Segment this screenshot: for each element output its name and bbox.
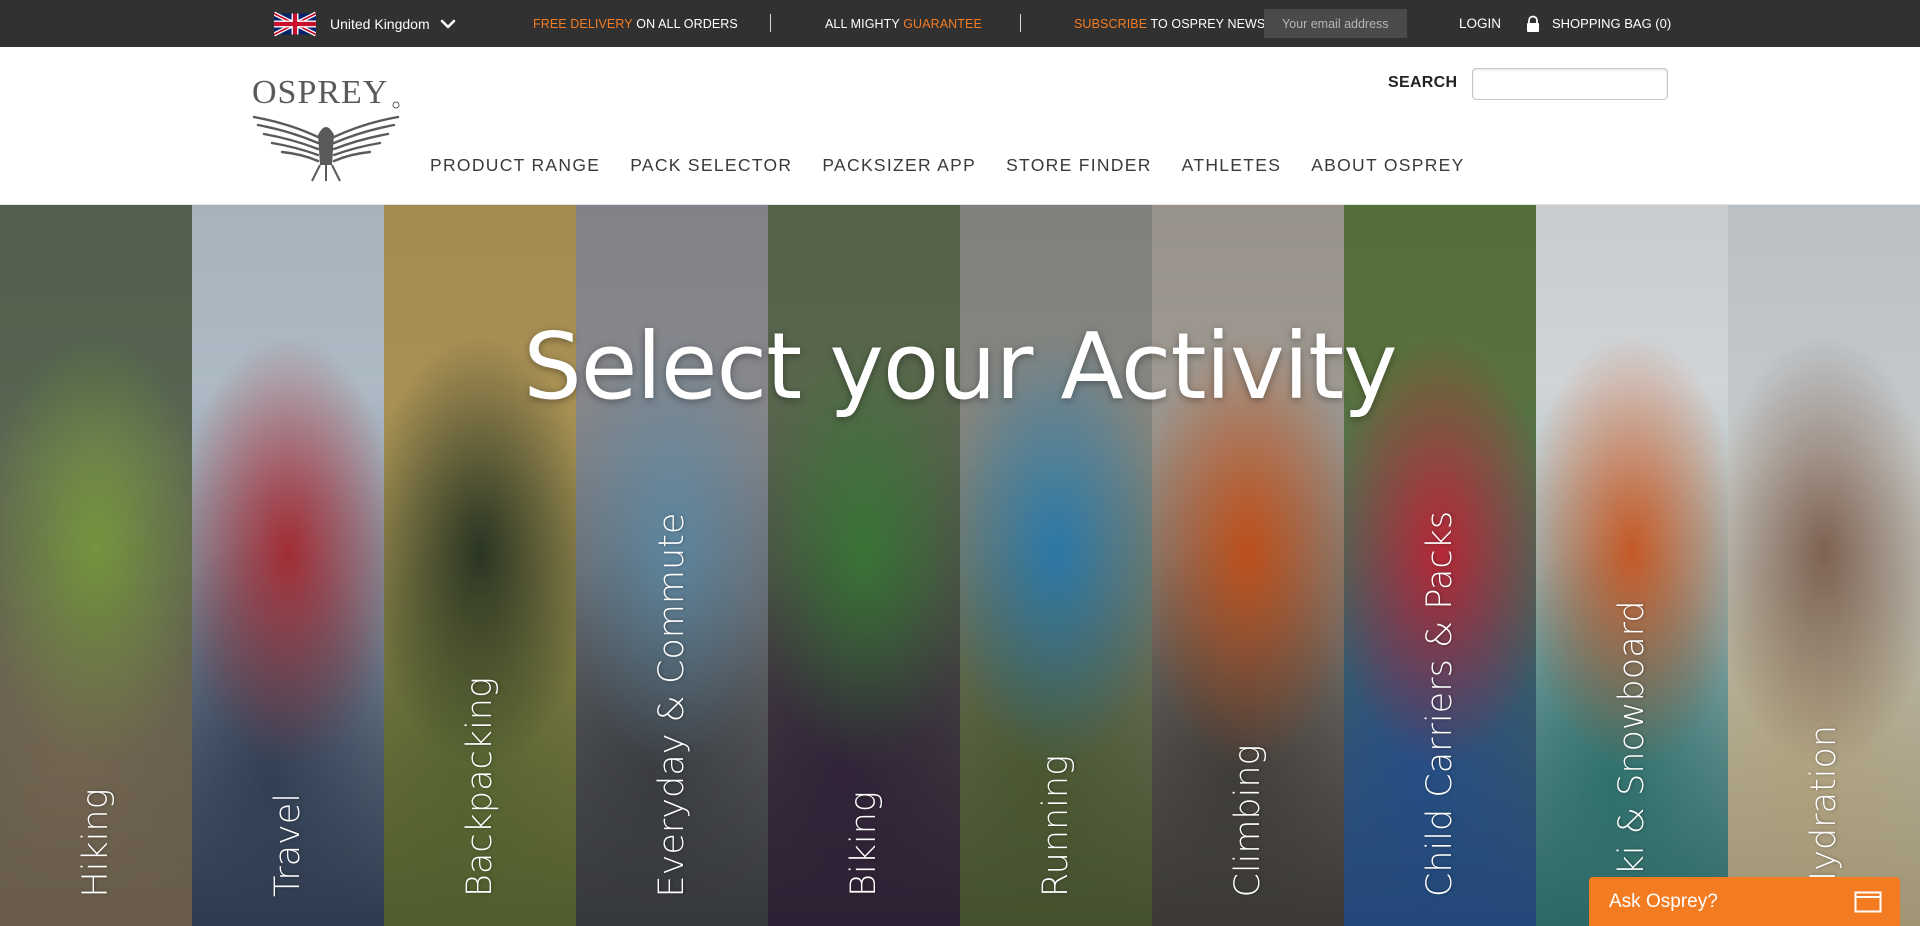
lock-icon bbox=[1527, 15, 1539, 32]
activity-selector-hero: Hiking Travel Backpacking Everyday & Commut… bbox=[0, 204, 1920, 926]
subscribe-promo: SUBSCRIBE TO OSPREY NEWS bbox=[1074, 0, 1265, 47]
activity-label: Biking bbox=[844, 791, 884, 897]
guarantee-promo[interactable]: ALL MIGHTY GUARANTEE bbox=[825, 0, 982, 47]
activity-strip[interactable]: Hydration bbox=[1728, 205, 1920, 926]
search-input[interactable] bbox=[1472, 68, 1668, 100]
chat-window-icon bbox=[1854, 891, 1882, 913]
nav-athletes[interactable]: ATHLETES bbox=[1182, 155, 1282, 176]
newsletter-email-input[interactable] bbox=[1264, 9, 1407, 38]
country-selector[interactable]: United Kingdom bbox=[274, 0, 456, 47]
login-link[interactable]: LOGIN bbox=[1459, 0, 1501, 47]
top-bar: United Kingdom FREE DELIVERY ON ALL ORDE… bbox=[0, 0, 1920, 47]
activity-strip[interactable]: Climbing bbox=[1152, 205, 1344, 926]
activity-label: Hydration bbox=[1804, 724, 1844, 898]
ask-osprey-chat-button[interactable]: Ask Osprey? bbox=[1589, 877, 1900, 926]
free-delivery-highlight: FREE DELIVERY bbox=[533, 16, 633, 31]
country-label: United Kingdom bbox=[330, 15, 430, 32]
subscribe-highlight: SUBSCRIBE bbox=[1074, 16, 1148, 31]
nav-about-osprey[interactable]: ABOUT OSPREY bbox=[1311, 155, 1464, 176]
activity-label: Child Carriers & Packs bbox=[1420, 510, 1460, 898]
uk-flag-icon bbox=[274, 11, 316, 36]
activity-strip[interactable]: Hiking bbox=[0, 205, 192, 926]
divider bbox=[770, 14, 771, 32]
activity-label: Climbing bbox=[1228, 743, 1268, 898]
activity-strip[interactable]: Biking bbox=[768, 205, 960, 926]
activity-label: Hiking bbox=[76, 787, 116, 898]
activity-label: Ski & Snowboard bbox=[1612, 599, 1652, 898]
activity-strip[interactable]: Ski & Snowboard bbox=[1536, 205, 1728, 926]
activity-label: Travel bbox=[268, 792, 308, 898]
guarantee-text: ALL MIGHTY bbox=[825, 16, 904, 31]
divider bbox=[1020, 14, 1021, 32]
nav-pack-selector[interactable]: PACK SELECTOR bbox=[630, 155, 792, 176]
site-header: OSPREY SEARCH PRODUCT RANGE PACK SELECTO… bbox=[0, 47, 1920, 204]
main-nav: PRODUCT RANGE PACK SELECTOR PACKSIZER AP… bbox=[430, 155, 1495, 176]
search-label: SEARCH bbox=[1388, 74, 1458, 91]
activity-strip[interactable]: Travel bbox=[192, 205, 384, 926]
nav-packsizer-app[interactable]: PACKSIZER APP bbox=[822, 155, 976, 176]
guarantee-highlight: GUARANTEE bbox=[903, 16, 982, 31]
shopping-bag-label: SHOPPING BAG (0) bbox=[1552, 16, 1672, 31]
osprey-logo[interactable]: OSPREY bbox=[248, 65, 404, 183]
activity-label: Running bbox=[1036, 754, 1076, 898]
activity-label: Backpacking bbox=[460, 677, 500, 897]
activity-strip[interactable]: Backpacking bbox=[384, 205, 576, 926]
svg-text:OSPREY: OSPREY bbox=[252, 74, 388, 111]
shopping-bag-link[interactable]: SHOPPING BAG (0) bbox=[1525, 0, 1671, 47]
activity-strip[interactable]: Child Carriers & Packs bbox=[1344, 205, 1536, 926]
free-delivery-promo[interactable]: FREE DELIVERY ON ALL ORDERS bbox=[533, 0, 738, 47]
chat-label: Ask Osprey? bbox=[1609, 890, 1718, 912]
activity-strip[interactable]: Everyday & Commute bbox=[576, 205, 768, 926]
activity-strip[interactable]: Running bbox=[960, 205, 1152, 926]
activity-label: Everyday & Commute bbox=[652, 512, 692, 897]
subscribe-text: TO OSPREY NEWS bbox=[1147, 16, 1266, 31]
chevron-down-icon bbox=[440, 19, 455, 28]
nav-product-range[interactable]: PRODUCT RANGE bbox=[430, 155, 600, 176]
nav-store-finder[interactable]: STORE FINDER bbox=[1006, 155, 1152, 176]
free-delivery-text: ON ALL ORDERS bbox=[632, 16, 738, 31]
